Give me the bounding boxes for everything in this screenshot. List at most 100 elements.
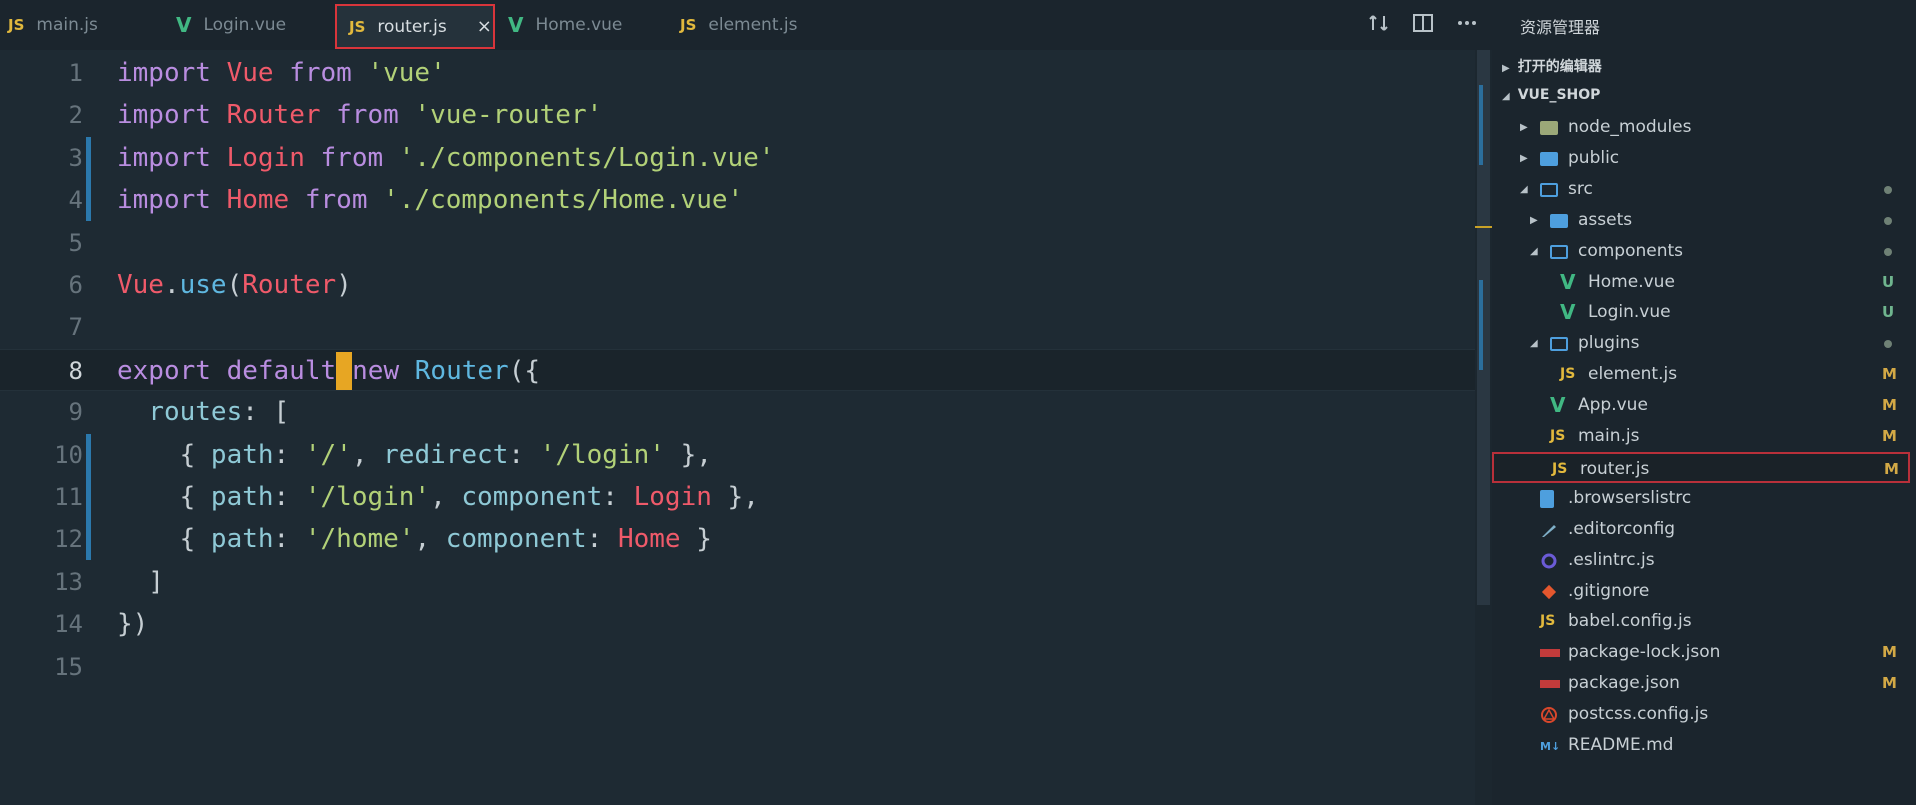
line-number: 13 [54,567,83,596]
tab-element-js[interactable]: JS element.js [680,0,797,50]
chevron-down-icon: ◢ [1502,91,1510,102]
tab-home-vue[interactable]: V Home.vue [508,0,622,50]
tree-item-label: App.vue [1578,395,1648,416]
tree-item-gitignore[interactable]: .gitignore [1492,576,1910,607]
tree-item-app-vue[interactable]: V App.vue M [1492,390,1910,421]
tree-item-src[interactable]: ◢ src [1492,174,1910,205]
tree-item-home-vue[interactable]: V Home.vue U [1492,267,1910,298]
tab-label: Home.vue [535,15,623,35]
git-change-marker [86,136,91,179]
git-status-badge: M [1882,396,1897,415]
code-token: } [680,524,712,555]
tree-item-label: Home.vue [1588,271,1675,292]
code-line: 7 [0,306,1475,348]
code-token: Router [226,100,321,131]
tree-item-login-vue[interactable]: V Login.vue U [1492,297,1910,328]
js-file-icon: JS [8,16,25,34]
vue-file-icon: V [1560,300,1576,325]
tree-item-eslintrc-js[interactable]: .eslintrc.js [1492,545,1910,576]
code-token: redirect [383,439,509,470]
chevron-right-icon: ▶ [1520,152,1528,164]
git-change-marker [86,476,91,518]
line-number: 11 [54,483,83,511]
tree-item-editorconfig[interactable]: .editorconfig [1492,514,1910,545]
chevron-down-icon: ◢ [1520,183,1528,195]
tree-item-label: Login.vue [1588,302,1671,323]
folder-icon [1540,143,1558,177]
close-icon[interactable]: × [477,16,492,37]
code-line: 2 import Router from 'vue-router' [0,94,1475,136]
js-file-icon: JS [1560,366,1576,383]
split-editor-icon[interactable] [1412,12,1434,39]
code-token: Home [226,185,290,216]
line-number: 7 [68,313,83,342]
open-editors-label: 打开的编辑器 [1517,59,1602,75]
code-text: { path: '/home', component: Home } [117,518,712,560]
code-token: { [117,482,211,512]
tree-item-node-modules[interactable]: ▶ node_modules [1492,112,1910,143]
code-token: Router [414,355,509,386]
tree-item-main-js[interactable]: JS main.js M [1492,421,1910,452]
code-token: 'vue-router' [414,100,603,131]
tree-item-components[interactable]: ◢ components [1492,236,1910,267]
code-token: '/login' [539,439,665,470]
tree-item-label: node_modules [1568,117,1692,137]
tree-item-babel-config-js[interactable]: JS babel.config.js [1492,606,1910,637]
modified-dot-icon [1884,340,1892,349]
code-token: , [414,524,446,555]
tab-label: router.js [377,16,447,37]
code-line: 15 [0,646,1475,688]
tree-item-browserslistrc[interactable]: .browserslistrc [1492,483,1910,514]
explorer-scrollbar[interactable] [1910,50,1916,805]
js-file-icon: JS [1552,460,1568,477]
code-text: import Home from './components/Home.vue' [117,179,743,221]
code-token: , [351,439,384,470]
project-section[interactable]: ◢ VUE_SHOP [1502,87,1600,103]
code-token: ) [336,270,352,300]
code-token: component [461,482,603,512]
tree-item-public[interactable]: ▶ public [1492,143,1910,174]
line-number: 12 [54,525,83,554]
tree-item-package-json[interactable]: package.json M [1492,668,1910,699]
tree-item-label: .browserslistrc [1568,487,1692,508]
tree-item-postcss-config-js[interactable]: postcss.config.js [1492,699,1910,730]
vue-file-icon: V [176,13,192,37]
tab-router-js[interactable]: JS router.js × [335,4,495,49]
line-number: 5 [68,228,83,257]
tree-item-label: .editorconfig [1568,518,1676,539]
code-token: '/home' [304,524,415,555]
tree-item-assets[interactable]: ▶ assets [1492,205,1910,236]
code-text: }) [117,603,148,645]
folder-open-icon [1550,328,1568,362]
chevron-down-icon: ◢ [1530,338,1538,350]
tree-item-label: babel.config.js [1568,611,1692,632]
tab-login-vue[interactable]: V Login.vue [176,0,286,50]
tree-item-label: element.js [1588,364,1678,385]
code-token: Vue [226,58,274,88]
editor-scrollbar[interactable] [1475,50,1492,805]
code-text: import Router from 'vue-router' [117,94,602,136]
line-number: 8 [68,356,83,385]
code-line: 9 routes: [ [0,391,1475,433]
code-text: import Login from './components/Login.vu… [117,137,774,179]
code-line: 3 import Login from './components/Login.v… [0,136,1475,179]
line-number: 2 [68,101,83,130]
line-number: 6 [68,271,83,299]
split-compare-icon[interactable] [1368,12,1390,39]
open-editors-section[interactable]: ▶ 打开的编辑器 [1502,56,1602,76]
tree-item-plugins[interactable]: ◢ plugins [1492,328,1910,359]
code-line: 11 { path: '/login', component: Login }, [0,476,1475,518]
tree-item-package-lock-json[interactable]: package-lock.json M [1492,637,1910,668]
more-actions-icon[interactable] [1456,12,1478,39]
tab-main-js[interactable]: JS main.js [8,0,98,50]
code-token: path [210,439,274,470]
chevron-right-icon: ▶ [1530,214,1538,226]
code-line: 4 import Home from './components/Home.vue… [0,179,1475,222]
line-number: 10 [54,440,83,469]
tree-item-label: postcss.config.js [1568,704,1709,725]
code-editor[interactable]: 1 import Vue from 'vue' 2 import Router fro… [0,50,1492,805]
tree-item-router-js[interactable]: JS router.js M [1492,451,1910,483]
chevron-right-icon: ▶ [1520,122,1528,133]
tree-item-readme-md[interactable]: M↓ README.md [1492,730,1910,761]
tree-item-element-js[interactable]: JS element.js M [1492,359,1910,390]
